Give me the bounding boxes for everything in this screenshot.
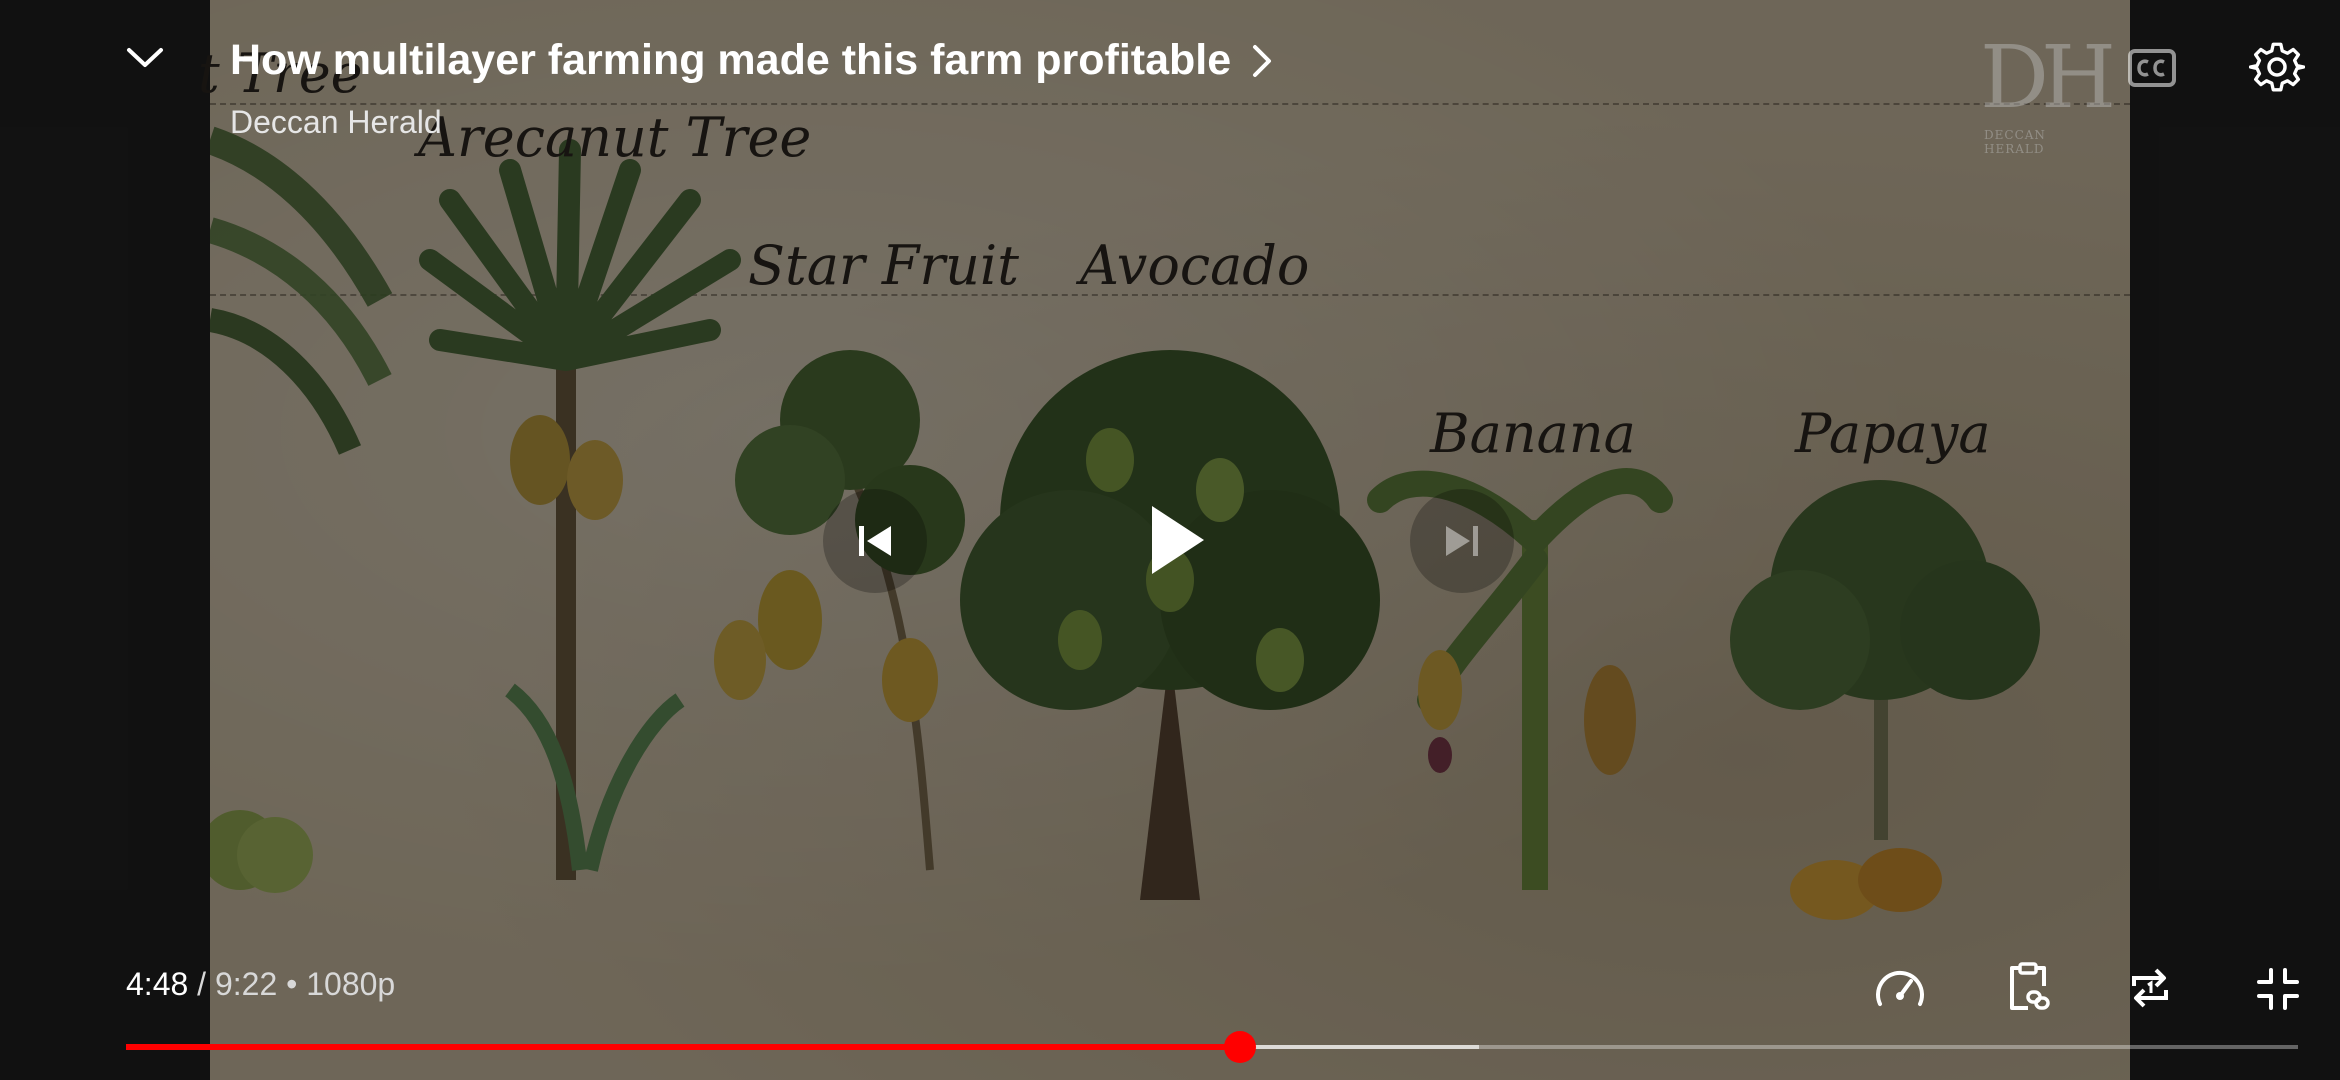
playback-speed-button[interactable] (1870, 960, 1930, 1016)
clipboard-link-icon (2010, 962, 2050, 1010)
time-display: 4:48 / 9:22 • 1080p (126, 966, 396, 1002)
captions-button[interactable] (2124, 40, 2180, 96)
seek-thumb[interactable] (1224, 1031, 1257, 1063)
loop-button[interactable] (2120, 958, 2180, 1018)
skip-previous-icon (859, 526, 891, 556)
quality: 1080p (306, 966, 396, 1002)
exit-fullscreen-button[interactable] (2248, 960, 2308, 1018)
previous-button[interactable] (823, 489, 927, 593)
play-button[interactable] (1118, 480, 1238, 600)
channel-watermark: DH DECCAN HERALD (1980, 28, 2116, 156)
gear-icon (2249, 42, 2305, 92)
minimize-button[interactable] (112, 30, 178, 86)
exit-fullscreen-icon (2257, 968, 2299, 1010)
current-time: 4:48 (126, 966, 189, 1002)
watermark-text: DECCAN HERALD (1984, 128, 2046, 156)
video-title-link[interactable]: How multilayer farming made this farm pr… (230, 36, 1279, 85)
skip-next-icon (1446, 526, 1478, 556)
cc-icon (2128, 49, 2176, 87)
progress-played (126, 1044, 1241, 1050)
speedometer-icon (1876, 970, 1924, 1006)
chevron-down-icon (127, 48, 163, 67)
channel-name[interactable]: Deccan Herald (230, 104, 442, 141)
next-button[interactable] (1410, 489, 1514, 593)
chevron-right-icon (1253, 44, 1272, 77)
video-title: How multilayer farming made this farm pr… (230, 36, 1232, 84)
repeat-one-icon (2132, 968, 2168, 1008)
duration: 9:22 (214, 966, 278, 1002)
play-icon (1152, 506, 1204, 574)
settings-button[interactable] (2246, 36, 2308, 98)
watermark-letters: DH (1980, 28, 2116, 128)
clip-button[interactable] (2000, 958, 2056, 1018)
